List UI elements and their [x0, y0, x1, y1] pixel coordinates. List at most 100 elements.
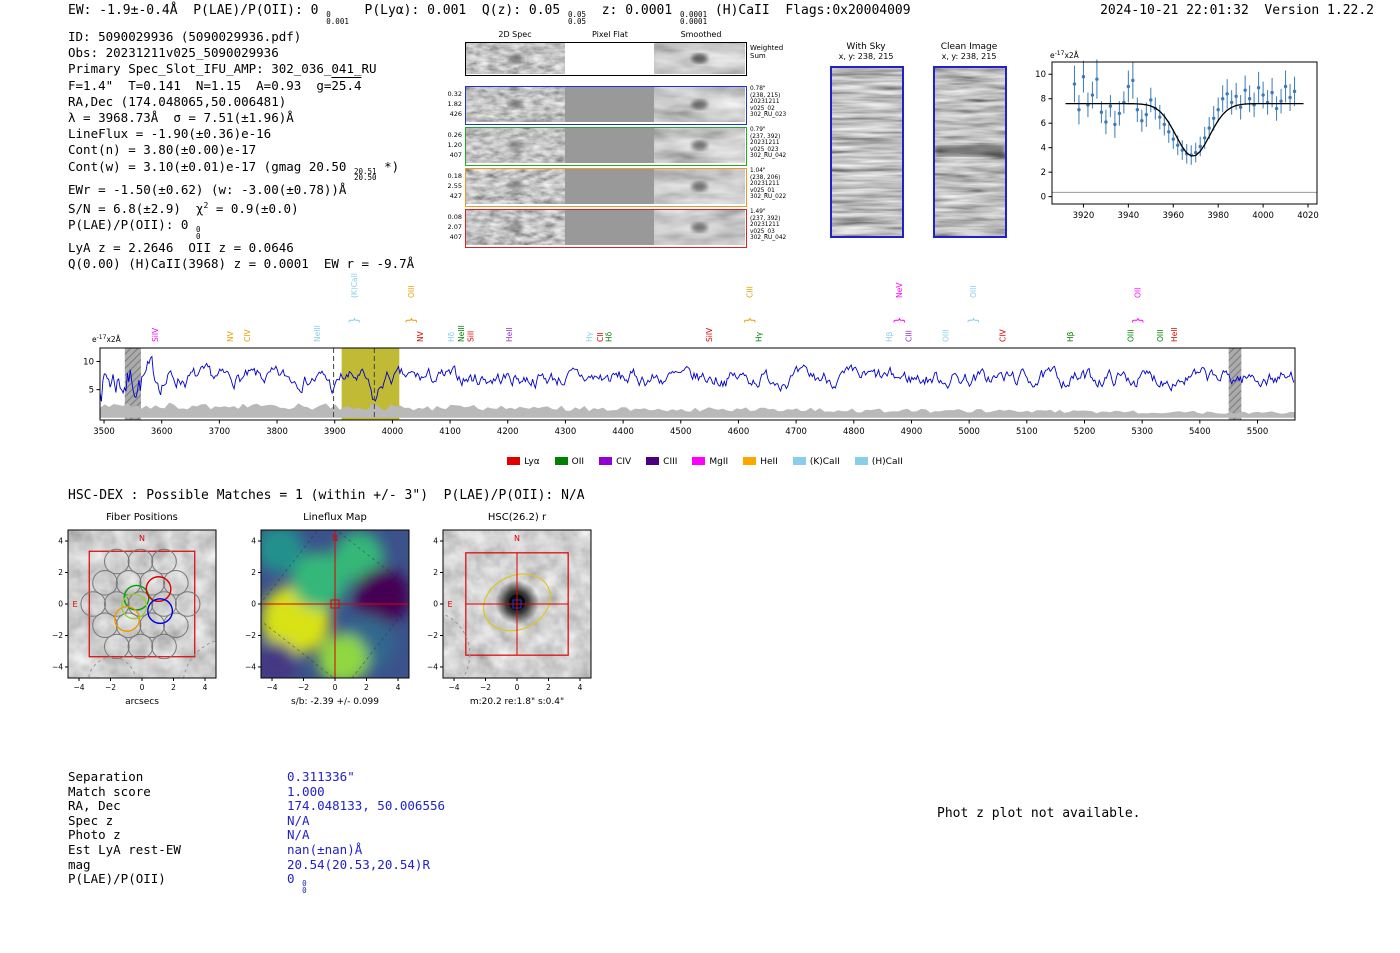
noise-image	[654, 128, 745, 163]
line-fit-svg: 3920 3940 3960 3980 4000 4020 0 2 4 6 8 10 e-17x2Å	[1035, 50, 1319, 221]
legend-item: MgII	[692, 457, 728, 467]
match-table-row: Est LyA rest-EW nan(±nan)Å	[68, 841, 445, 858]
legend-label: (H)CaII	[871, 457, 903, 467]
match-table-row: P(LAE)/P(OII) 0 00	[68, 871, 445, 894]
text-line: LineFlux = -1.90(±0.36)e-16	[68, 126, 272, 142]
svg-text:NeV: NeV	[895, 282, 904, 298]
svg-text:−2: −2	[245, 631, 256, 640]
svg-text:NV: NV	[416, 330, 425, 342]
match-table-label: Est LyA rest-EW	[68, 841, 181, 857]
svg-text:3800: 3800	[266, 427, 288, 437]
svg-text:m:20.2 re:1.8" s:0.4": m:20.2 re:1.8" s:0.4"	[470, 697, 564, 707]
svg-text:(K)CaII: (K)CaII	[350, 273, 359, 298]
report-datetime-version: 2024-10-21 22:01:32 Version 1.22.2	[1100, 3, 1374, 18]
legend-label: MgII	[709, 457, 729, 467]
weighted-sum-label: Weighted Sum	[750, 44, 784, 60]
svg-text:HSC(26.2) r: HSC(26.2) r	[488, 512, 547, 523]
svg-text:4800: 4800	[843, 427, 865, 437]
match-table-row: Match score 1.000	[68, 784, 445, 800]
svg-text:CIV: CIV	[243, 329, 252, 342]
svg-text:4020: 4020	[1297, 211, 1319, 221]
svg-text:−2: −2	[298, 683, 309, 692]
svg-text:}: }	[892, 316, 906, 324]
svg-text:SiIV: SiIV	[151, 327, 160, 342]
legend-item: CIV	[599, 457, 631, 467]
spectrum-legend: Lyα OII CIV CIII MgII HeII (K)CaII (H)CaII	[60, 457, 1350, 467]
text-line: P(LAE)/P(OII): 0 00	[68, 217, 201, 241]
legend-item: CIII	[646, 457, 677, 467]
match-table-label: RA, Dec	[68, 798, 121, 814]
noise-image	[832, 68, 902, 236]
match-table-label: P(LAE)/P(OII)	[68, 871, 166, 887]
clean-title: Clean Image	[940, 42, 998, 52]
svg-text:N: N	[332, 534, 338, 543]
legend-label: OII	[571, 457, 585, 467]
withsky-title: With Sky	[846, 42, 886, 52]
legend-item: HeII	[743, 457, 778, 467]
match-table-row: RA, Dec 174.048133, 50.006556	[68, 799, 445, 814]
svg-text:2: 2	[433, 568, 438, 577]
svg-text:OIII: OIII	[969, 285, 978, 298]
fiber-positions-panel: Fiber Positions −4 −4 −2 −2 0 0 2 2 4 4 arcsecs N E	[30, 506, 225, 720]
svg-text:Hγ: Hγ	[585, 331, 594, 342]
svg-text:CII: CII	[596, 332, 605, 342]
svg-text:HeII: HeII	[1170, 327, 1179, 342]
spec2d-row	[465, 168, 747, 207]
match-table-value: 20.54(20.53,20.54)R	[287, 856, 430, 872]
spec2d-panel: 2D Spec Pixel Flat Smoothed Weighted Sum…	[447, 30, 847, 260]
noise-image	[466, 87, 565, 122]
legend-label: (K)CaII	[809, 457, 840, 467]
hsc-svg: HSC(26.2) r −4 −4 −2 −2 0 0 2 2 4 4 m:20.2 re:1.8"…	[427, 512, 592, 707]
svg-text:2: 2	[1041, 168, 1046, 178]
svg-text:CIII: CIII	[905, 330, 914, 342]
svg-text:arcsecs: arcsecs	[125, 697, 159, 707]
text-line: Cont(n) = 3.80(±0.00)e-17	[68, 142, 257, 158]
photz-note: Phot z plot not available.	[937, 806, 1141, 821]
match-table: Separation 0.311336" Match score 1.000 RA, D…	[68, 769, 445, 894]
match-table-value: N/A	[287, 812, 310, 828]
text-line: Primary Spec_Slot_IFU_AMP: 302_036_041_R…	[68, 61, 377, 77]
svg-text:4400: 4400	[612, 427, 634, 437]
match-table-label: mag	[68, 856, 91, 872]
main-spectrum-svg: 3500 3600 3700 3800 3900 4000 4100 4200 4300 4400…	[83, 273, 1296, 437]
svg-text:Hδ: Hδ	[447, 331, 456, 342]
legend-item: (K)CaII	[792, 457, 840, 467]
spec2d-row-annotation: 0.78" (238, 215) 20231211 v025_02 302_RU_023	[750, 86, 787, 119]
svg-text:}: }	[742, 316, 756, 324]
legend-label: Lyα	[524, 457, 540, 467]
withsky-image	[830, 66, 904, 238]
svg-text:2: 2	[171, 683, 176, 692]
noise-image	[654, 210, 745, 245]
text-line: Cont(w) = 3.10(±0.01)e-17 (gmag 20.50 20…	[68, 158, 400, 183]
legend-swatch	[692, 457, 706, 465]
svg-text:4: 4	[251, 537, 256, 546]
line-fit-plot: 3920 3940 3960 3980 4000 4020 0 2 4 6 8 10 e-17x2Å	[1012, 46, 1327, 245]
svg-text:3600: 3600	[151, 427, 173, 437]
legend-item: OII	[554, 457, 585, 467]
svg-text:4000: 4000	[382, 427, 404, 437]
match-table-row: Photo z N/A	[68, 828, 445, 843]
svg-text:OII: OII	[1134, 288, 1143, 298]
summary-header-line: EW: -1.9±-0.4Å P(LAE)/P(OII): 0 0 0.001 P…	[68, 3, 911, 25]
lineflux-svg: Lineflux Map −4 −4 −2 −2 0 0 2 2 4 4 s/b: -2.39 +/-…	[245, 512, 410, 707]
match-table-value: 174.048133, 50.006556	[287, 798, 446, 814]
svg-text:e-17x2Å: e-17x2Å	[92, 334, 122, 344]
legend-swatch	[792, 457, 806, 465]
match-table-label: Separation	[68, 769, 144, 784]
lineflux-map-panel: Lineflux Map −4 −4 −2 −2 0 0 2 2 4 4 s/b: -2.39 +/-…	[223, 506, 418, 720]
svg-text:Hβ: Hβ	[1066, 331, 1075, 342]
withsky-coords: x, y: 238, 215	[838, 52, 894, 61]
svg-text:Fiber Positions: Fiber Positions	[106, 512, 178, 523]
match-table-row: mag 20.54(20.53,20.54)R	[68, 856, 445, 873]
legend-item: Lyα	[507, 457, 540, 467]
svg-text:5100: 5100	[1016, 427, 1038, 437]
noise-image	[654, 87, 745, 122]
svg-text:−4: −4	[73, 683, 84, 692]
fiber-svg: Fiber Positions −4 −4 −2 −2 0 0 2 2 4 4 arcsecs N E	[52, 512, 217, 707]
main-spectrum-plot: 3500 3600 3700 3800 3900 4000 4100 4200 4300 4400…	[60, 270, 1350, 474]
svg-text:4600: 4600	[728, 427, 750, 437]
svg-text:−2: −2	[480, 683, 491, 692]
legend-label: CIII	[663, 457, 678, 467]
svg-text:3940: 3940	[1118, 211, 1140, 221]
legend-swatch	[554, 457, 568, 465]
